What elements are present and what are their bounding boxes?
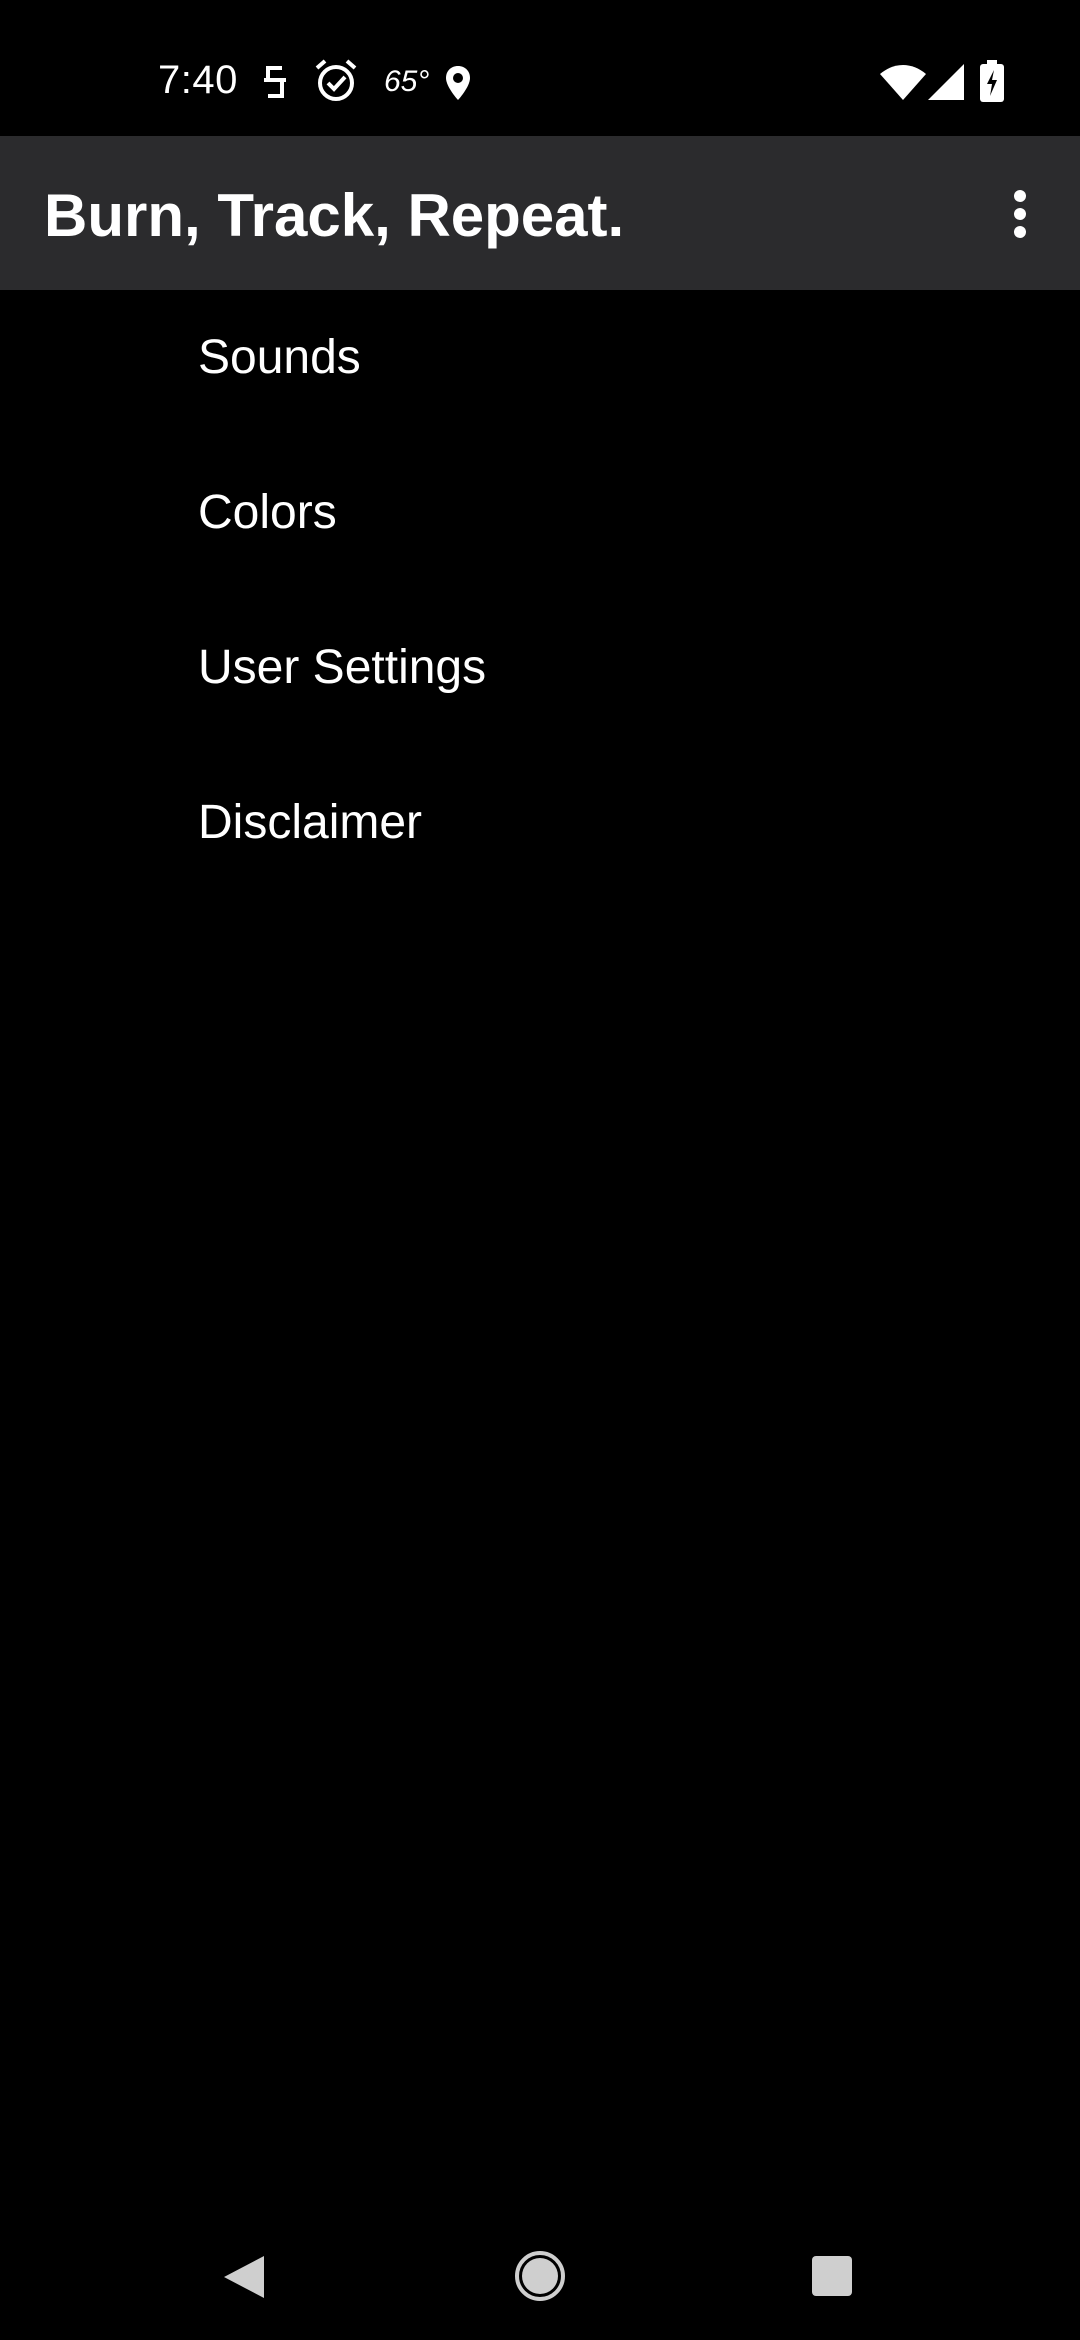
location-icon <box>446 66 470 100</box>
temperature-text: 65° <box>384 65 430 98</box>
menu-item-colors[interactable]: Colors <box>0 445 1080 600</box>
cell-signal-icon <box>928 64 964 100</box>
menu-item-label: Colors <box>198 486 337 539</box>
s-notification-icon <box>264 66 286 98</box>
status-time: 7:40 <box>158 58 238 102</box>
back-icon[interactable] <box>222 2254 266 2300</box>
menu-item-label: User Settings <box>198 641 487 694</box>
menu-item-disclaimer[interactable]: Disclaimer <box>0 755 1080 910</box>
more-vert-icon <box>1014 190 1026 202</box>
status-bar: 7:40 65° <box>0 0 1080 136</box>
battery-charging-icon <box>980 60 1004 102</box>
more-vert-icon-dot <box>1014 226 1026 238</box>
more-options-button[interactable] <box>990 176 1050 252</box>
recents-icon[interactable] <box>810 2254 854 2298</box>
menu-item-label: Sounds <box>198 331 361 384</box>
alarm-icon <box>315 59 357 101</box>
menu-item-sounds[interactable]: Sounds <box>0 290 1080 445</box>
settings-menu: Sounds Colors User Settings Disclaimer <box>0 290 1080 910</box>
menu-item-label: Disclaimer <box>198 796 423 849</box>
menu-item-user-settings[interactable]: User Settings <box>0 600 1080 755</box>
app-title: Burn, Track, Repeat. <box>44 182 625 249</box>
wifi-icon <box>880 65 926 100</box>
more-vert-icon-dot <box>1014 208 1026 220</box>
home-icon[interactable] <box>514 2250 566 2302</box>
navigation-bar <box>0 2210 1080 2340</box>
